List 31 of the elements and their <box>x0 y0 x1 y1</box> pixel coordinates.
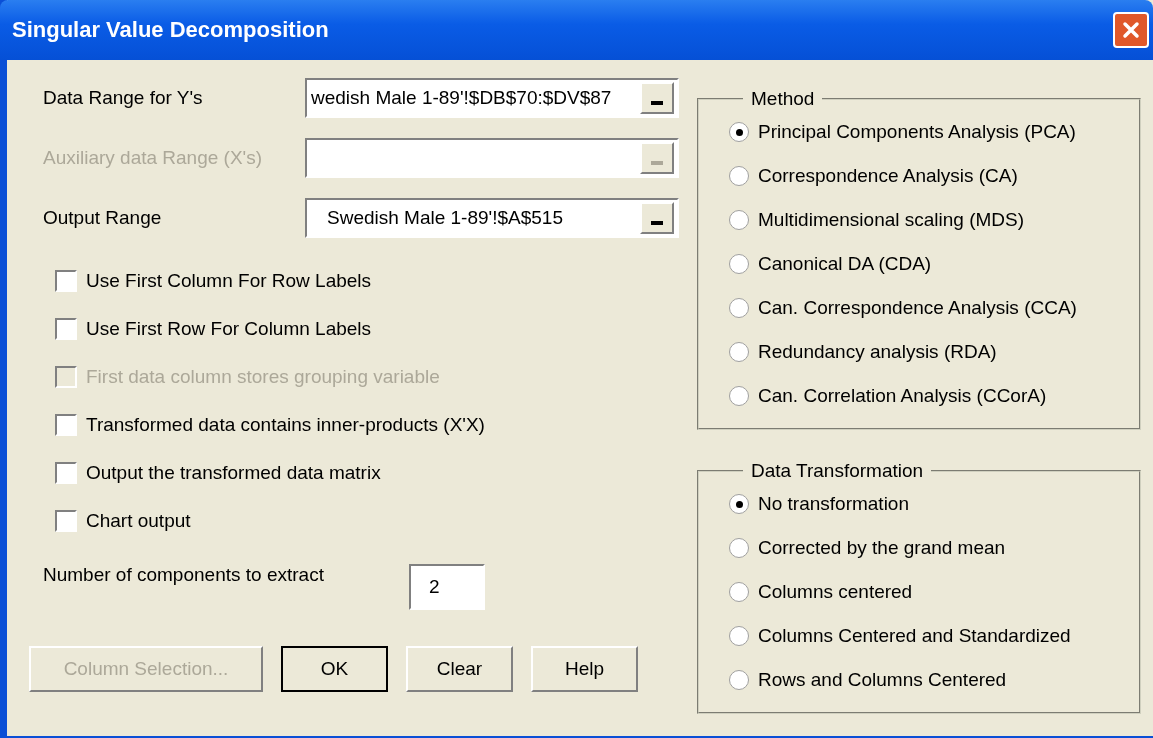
checkbox-label: Output the transformed data matrix <box>86 462 381 484</box>
radio-label: Canonical DA (CDA) <box>758 253 932 275</box>
checkbox-label: Transformed data contains inner-products (X'X) <box>86 414 485 436</box>
range-field[interactable]: Swedish Male 1-89'!$A$515 <box>305 198 679 238</box>
checkbox-label: First data column stores grouping variable <box>86 366 440 388</box>
radio-label: Can. Correspondence Analysis (CCA) <box>758 297 1077 319</box>
radio-label: No transformation <box>758 493 909 515</box>
radio-label: Principal Components Analysis (PCA) <box>758 121 1076 143</box>
radio-label: Rows and Columns Centered <box>758 669 1007 691</box>
radio-label: Can. Correlation Analysis (CCorA) <box>758 385 1047 407</box>
range-field[interactable]: wedish Male 1-89'!$DB$70:$DV$87 <box>305 78 679 118</box>
field-label: Auxiliary data Range (X's) <box>42 147 264 169</box>
dialog-button[interactable]: OK <box>281 646 388 692</box>
group-title: Method <box>750 88 816 110</box>
window-title: Singular Value Decomposition <box>12 17 329 43</box>
radio-label: Correspondence Analysis (CA) <box>758 165 1018 187</box>
field-label: Data Range for Y's <box>42 87 204 109</box>
checkbox-label: Use First Column For Row Labels <box>86 270 372 292</box>
group-title: Data Transformation <box>750 460 925 482</box>
checkbox-label: Chart output <box>86 510 191 532</box>
radio-label: Columns Centered and Standardized <box>758 625 1071 647</box>
radio-label: Multidimensional scaling (MDS) <box>758 209 1025 231</box>
radio-label: Redundancy analysis (RDA) <box>758 341 997 363</box>
dialog-button[interactable]: Help <box>531 646 638 692</box>
radio-label: Corrected by the grand mean <box>758 537 1006 559</box>
components-label: Number of components to extract <box>43 564 325 586</box>
checkbox-label: Use First Row For Column Labels <box>86 318 372 340</box>
radio-label: Columns centered <box>758 581 913 603</box>
dialog-button[interactable]: Clear <box>406 646 513 692</box>
field-label: Output Range <box>42 207 163 229</box>
components-field[interactable]: 2 <box>409 564 485 610</box>
